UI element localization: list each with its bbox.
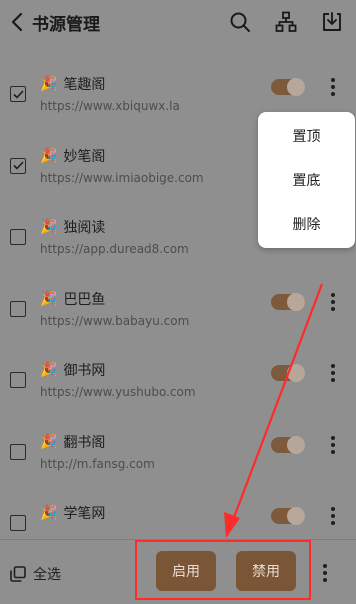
enable-toggle[interactable]: [271, 292, 305, 311]
select-all-button[interactable]: 全选: [10, 564, 61, 584]
list-item[interactable]: 🎉 巴巴鱼 https://www.babayu.com: [0, 267, 356, 339]
source-name: 妙笔阁: [63, 148, 106, 165]
top-bar: 书源管理: [0, 0, 356, 44]
source-name: 独阅读: [63, 220, 106, 236]
item-title: 🎉 学笔网: [40, 503, 105, 523]
item-checkbox[interactable]: [10, 86, 26, 102]
toggle-knob: [287, 435, 305, 454]
source-url: https://www.babayu.com: [40, 313, 190, 328]
import-icon: [323, 12, 341, 31]
select-all-label: 全选: [33, 567, 61, 583]
group-button[interactable]: [270, 6, 302, 38]
more-options-button[interactable]: [322, 358, 344, 388]
source-url: https://www.yushubo.com: [40, 385, 196, 399]
item-checkbox[interactable]: [10, 300, 26, 317]
back-button[interactable]: [2, 0, 32, 44]
more-options-button[interactable]: [322, 287, 344, 317]
toggle-knob: [287, 78, 305, 96]
toggle-knob: [287, 507, 305, 525]
item-checkbox[interactable]: [10, 229, 26, 245]
source-url: https://www.xbiquwx.la: [40, 99, 180, 113]
more-options-button[interactable]: [322, 72, 344, 102]
party-popper-icon: 🎉: [40, 290, 58, 307]
source-name: 学笔网: [63, 506, 106, 522]
item-title: 🎉 妙笔阁: [40, 146, 105, 166]
item-checkbox[interactable]: [10, 443, 26, 460]
source-name: 笔趣阁: [63, 77, 106, 93]
party-popper-icon: 🎉: [40, 76, 58, 92]
check-icon: [12, 161, 24, 170]
check-icon: [12, 89, 24, 99]
bottom-more-button[interactable]: [314, 558, 336, 588]
source-url: https://www.imiaobige.com: [40, 170, 204, 185]
source-name: 翻书阁: [63, 434, 106, 451]
toggle-knob: [287, 364, 305, 382]
item-checkbox[interactable]: [10, 515, 26, 531]
enable-toggle[interactable]: [271, 435, 305, 454]
source-url: http://m.fansg.com: [40, 456, 155, 471]
party-popper-icon: 🎉: [40, 147, 58, 164]
import-button[interactable]: [316, 6, 348, 38]
enable-toggle[interactable]: [271, 78, 305, 96]
enable-toggle[interactable]: [271, 364, 305, 382]
item-title: 🎉 翻书阁: [40, 432, 105, 452]
list-item[interactable]: 🎉 翻书阁 http://m.fansg.com: [0, 410, 356, 482]
enable-toggle[interactable]: [271, 507, 305, 525]
annotation-highlight-box: [135, 540, 311, 600]
party-popper-icon: 🎉: [40, 505, 58, 521]
source-url: https://app.duread8.com: [40, 242, 189, 256]
list-item[interactable]: 🎉 御书网 https://www.yushubo.com: [0, 338, 356, 410]
menu-item-pin-top[interactable]: 置顶: [258, 114, 355, 158]
party-popper-icon: 🎉: [40, 433, 58, 450]
more-options-button[interactable]: [322, 430, 344, 460]
select-all-icon: [10, 566, 26, 582]
toggle-knob: [287, 292, 305, 311]
source-name: 御书网: [63, 363, 106, 379]
toolbar-actions: [224, 0, 348, 44]
context-menu: 置顶 置底 删除: [258, 112, 355, 248]
item-title: 🎉 笔趣阁: [40, 74, 105, 94]
hierarchy-icon: [275, 11, 297, 32]
source-name: 巴巴鱼: [63, 291, 106, 308]
item-checkbox[interactable]: [10, 372, 26, 388]
item-title: 🎉 御书网: [40, 360, 105, 380]
party-popper-icon: 🎉: [40, 219, 58, 235]
more-options-button[interactable]: [322, 501, 344, 531]
item-title: 🎉 巴巴鱼: [40, 289, 105, 309]
item-title: 🎉 独阅读: [40, 217, 105, 237]
menu-item-delete[interactable]: 删除: [258, 202, 355, 246]
page-title: 书源管理: [32, 14, 100, 35]
search-button[interactable]: [224, 6, 256, 38]
item-checkbox[interactable]: [10, 157, 26, 174]
menu-item-pin-bottom[interactable]: 置底: [258, 158, 355, 202]
party-popper-icon: 🎉: [40, 362, 58, 378]
search-icon: [230, 12, 250, 32]
chevron-left-icon: [11, 12, 23, 32]
